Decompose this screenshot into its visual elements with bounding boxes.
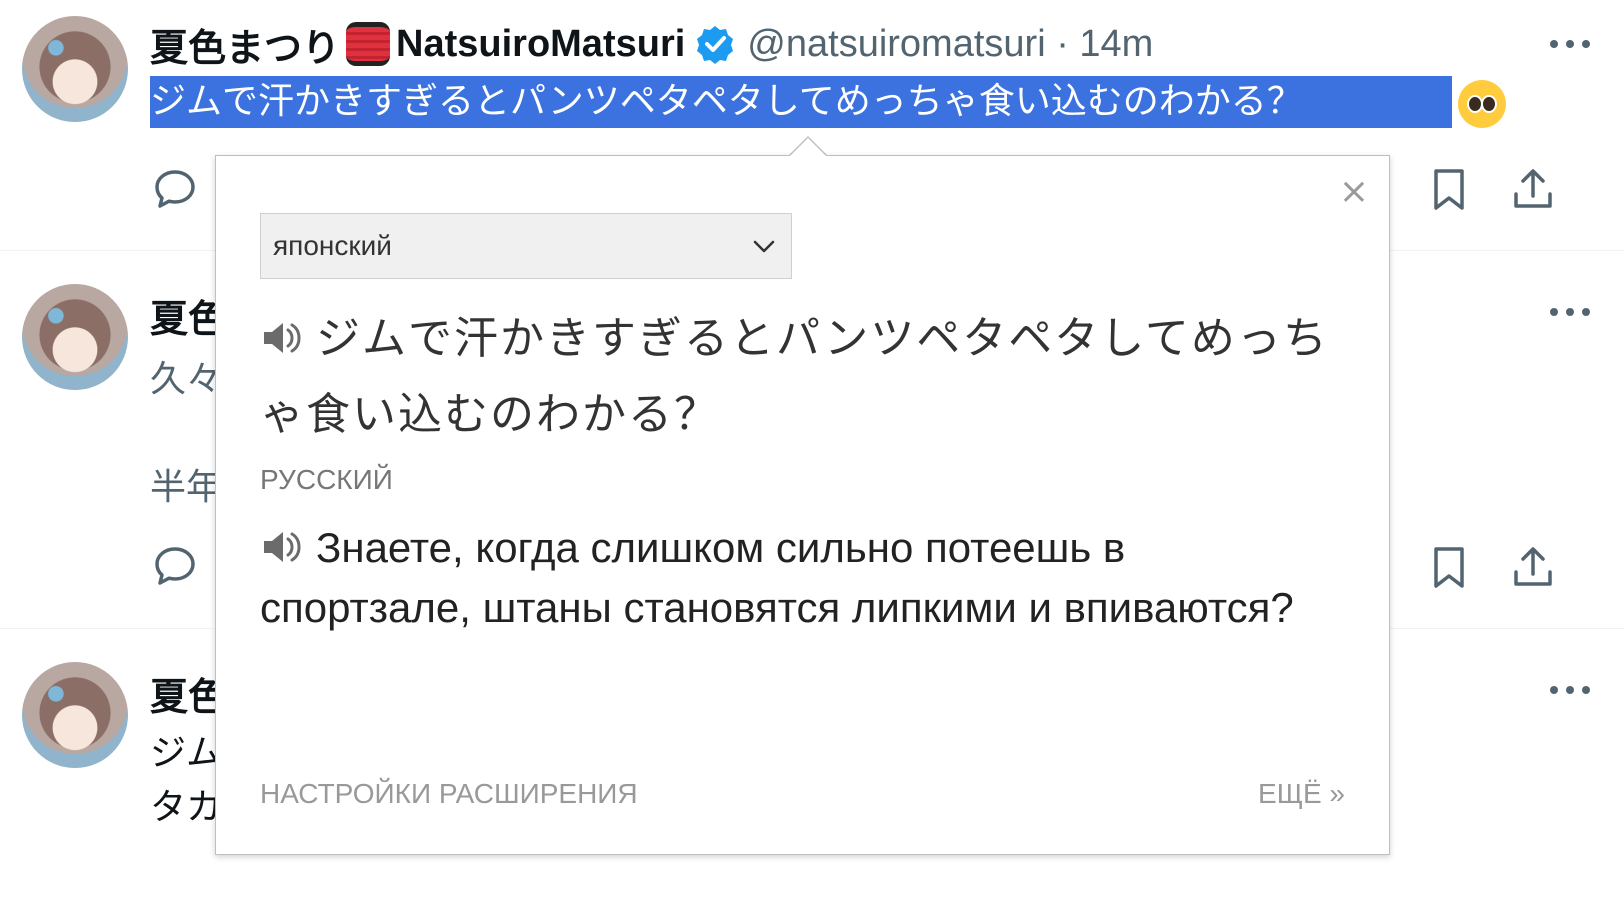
more-icon[interactable] bbox=[1550, 38, 1590, 50]
avatar[interactable] bbox=[22, 662, 128, 768]
target-text-block: Знаете, когда слишком сильно потеешь в с… bbox=[260, 518, 1340, 638]
avatar[interactable] bbox=[22, 284, 128, 390]
selected-tweet-text[interactable]: ジムで汗かきすぎるとパンツペタペタしてめっちゃ食い込むのわかる？ bbox=[150, 76, 1452, 128]
avatar[interactable] bbox=[22, 16, 128, 122]
bookmark-icon[interactable] bbox=[1426, 544, 1472, 590]
speaker-icon[interactable] bbox=[260, 526, 302, 568]
source-text: ジムで汗かきすぎるとパンツペタペタしてめっちゃ食い込むのわかる？ bbox=[260, 313, 1329, 440]
tweet-text: 久々 bbox=[150, 359, 223, 400]
share-icon[interactable] bbox=[1510, 166, 1556, 212]
more-link[interactable]: ЕЩЁ » bbox=[1258, 778, 1345, 810]
translated-text: Знаете, когда слишком сильно потеешь в с… bbox=[260, 524, 1294, 631]
tweet-text: ジム bbox=[150, 733, 223, 774]
reply-icon[interactable] bbox=[152, 543, 198, 589]
more-icon[interactable] bbox=[1550, 306, 1590, 318]
tweet-header: 夏色まつり NatsuiroMatsuri @natsuiromatsuri ·… bbox=[150, 18, 1153, 70]
extension-settings-link[interactable]: НАСТРОЙКИ РАСШИРЕНИЯ bbox=[260, 778, 638, 810]
translation-popup: × японский ジムで汗かきすぎるとパンツペタペタしてめっちゃ食い込むのわ… bbox=[215, 155, 1390, 855]
close-button[interactable]: × bbox=[1336, 174, 1372, 210]
lantern-emoji-icon bbox=[346, 22, 391, 66]
popup-arrow-inner bbox=[790, 138, 826, 156]
pleading-face-emoji-icon bbox=[1458, 80, 1506, 128]
source-text-block: ジムで汗かきすぎるとパンツペタペタしてめっちゃ食い込むのわかる？ bbox=[260, 301, 1340, 453]
tweet-text: タカ bbox=[150, 787, 223, 828]
target-language-label: РУССКИЙ bbox=[260, 464, 393, 495]
display-name-latin[interactable]: NatsuiroMatsuri bbox=[396, 23, 685, 66]
bookmark-icon[interactable] bbox=[1426, 166, 1472, 212]
reply-icon[interactable] bbox=[152, 166, 198, 212]
speaker-icon[interactable] bbox=[260, 317, 302, 359]
share-icon[interactable] bbox=[1510, 544, 1556, 590]
display-name[interactable]: 夏色まつり bbox=[150, 17, 340, 72]
verified-badge-icon bbox=[697, 26, 734, 64]
chevron-down-icon bbox=[753, 240, 775, 253]
handle-and-timestamp[interactable]: @natsuiromatsuri · 14m bbox=[747, 23, 1153, 66]
source-language-select[interactable]: японский bbox=[260, 213, 792, 279]
more-icon[interactable] bbox=[1550, 684, 1590, 696]
source-language-value: японский bbox=[273, 230, 392, 261]
tweet-text: 半年 bbox=[150, 467, 223, 508]
